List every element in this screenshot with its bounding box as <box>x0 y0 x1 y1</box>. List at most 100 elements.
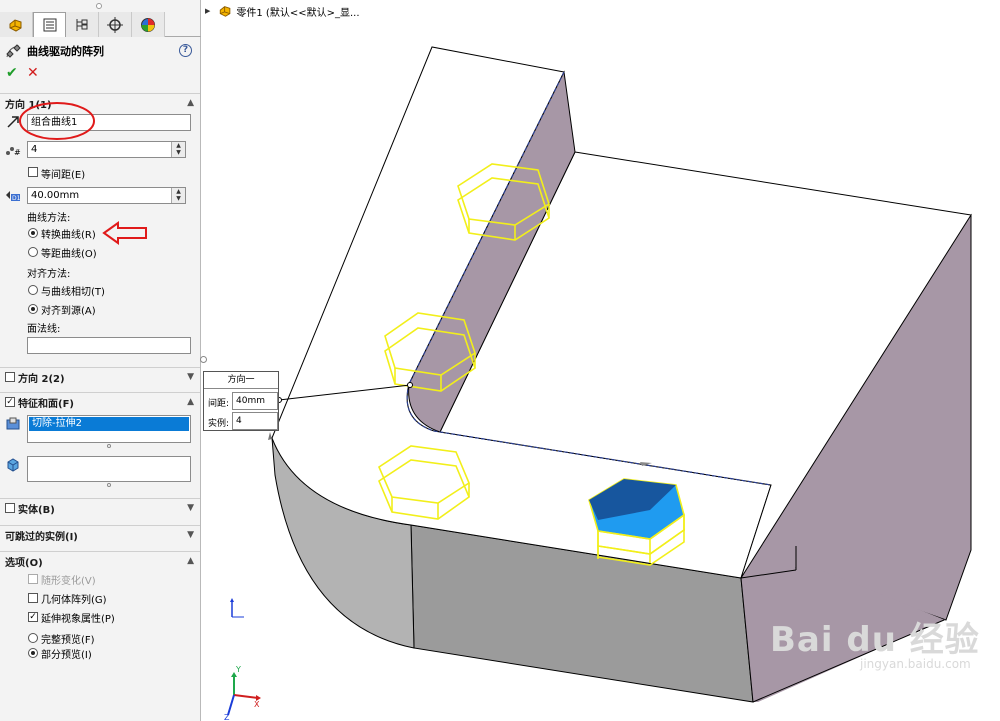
spin-arrows-icon[interactable]: ▲ ▼ <box>171 188 185 203</box>
offset-curve-label: 等距曲线(O) <box>41 249 97 260</box>
display-pie-icon <box>141 17 155 32</box>
features-header[interactable]: ✓ 特征和面(F) ▲ <box>0 392 200 411</box>
crosshair-icon <box>107 16 123 33</box>
svg-text:X: X <box>254 700 260 709</box>
spacing-dim-icon: D1 <box>5 187 21 203</box>
bodies-header[interactable]: 实体(B) ▼ <box>0 498 200 517</box>
geometry-pattern-checkbox[interactable] <box>28 593 38 603</box>
vary-sketch-checkbox <box>28 574 38 584</box>
tab-display-manager[interactable] <box>132 12 165 37</box>
callout-instances-value[interactable]: 4 <box>232 412 278 430</box>
skip-instances-header[interactable]: 可跳过的实例(I) ▼ <box>0 525 200 544</box>
features-checkbox[interactable]: ✓ <box>5 397 15 407</box>
options-header[interactable]: 选项(O) ▲ <box>0 551 200 570</box>
features-list[interactable]: 切除-拉伸2 <box>27 415 191 443</box>
manager-tabs <box>0 12 201 37</box>
tab-feature-manager[interactable] <box>0 12 33 37</box>
partial-preview-radio[interactable] <box>28 648 38 658</box>
part-icon <box>9 18 22 32</box>
svg-text:Z: Z <box>224 713 230 721</box>
direction1-header[interactable]: 方向 1(1) ▲ <box>0 93 200 112</box>
chevron-up-icon[interactable]: ▲ <box>187 98 194 108</box>
view-triad-small <box>230 598 244 618</box>
instances-value: 4 <box>31 144 38 155</box>
chevron-up-icon[interactable]: ▲ <box>187 397 194 407</box>
svg-text:#: # <box>14 148 21 156</box>
direction2-header[interactable]: 方向 2(2) ▼ <box>0 367 200 386</box>
vary-sketch-label: 随形变化(V) <box>41 576 96 587</box>
tab-property-manager[interactable] <box>33 12 66 37</box>
face-normal-field[interactable] <box>27 337 191 354</box>
svg-text:Y: Y <box>235 665 241 674</box>
tangent-to-curve-radio[interactable] <box>28 285 38 295</box>
transform-curve-label: 转换曲线(R) <box>41 230 96 241</box>
direction-arrow-marker[interactable] <box>268 432 272 440</box>
options-label: 选项(O) <box>5 557 43 569</box>
features-list-item[interactable]: 切除-拉伸2 <box>29 417 189 431</box>
full-preview-label: 完整预览(F) <box>41 635 95 646</box>
feature-select-icon <box>5 416 21 432</box>
ok-button[interactable]: ✔ <box>6 65 18 81</box>
property-list-icon <box>43 18 56 32</box>
list-resize-grip[interactable] <box>107 483 111 487</box>
callout-spacing-value[interactable]: 40mm <box>232 392 278 410</box>
direction1-label: 方向 1(1) <box>5 99 52 111</box>
confirm-row: ✔ ✕ <box>0 65 200 81</box>
configuration-icon <box>76 18 88 31</box>
faces-list[interactable] <box>27 456 191 482</box>
equal-spacing-label: 等间距(E) <box>41 170 86 181</box>
spacing-value: 40.00mm <box>31 190 80 201</box>
leader-handle[interactable] <box>407 382 413 388</box>
baidu-watermark: Bai du 经验 jingyan.baidu.com <box>770 612 980 671</box>
tab-configuration-manager[interactable] <box>66 12 99 37</box>
callout-title: 方向一 <box>204 372 278 389</box>
transform-curve-radio[interactable] <box>28 228 38 238</box>
spin-arrows-icon[interactable]: ▲ ▼ <box>171 142 185 157</box>
watermark-brand: Bai du 经验 <box>770 620 980 660</box>
features-label: 特征和面(F) <box>18 398 74 410</box>
skip-instances-label: 可跳过的实例(I) <box>5 531 78 543</box>
geometry-pattern-label: 几何体阵列(G) <box>41 595 107 606</box>
propagate-visual-label: 延伸视象属性(P) <box>41 614 115 625</box>
callout-spacing-label: 间距: <box>208 399 230 409</box>
align-method-heading: 对齐方法: <box>27 269 71 280</box>
curve-pattern-icon <box>6 44 21 58</box>
direction-curve-field[interactable]: 组合曲线1 <box>27 114 191 131</box>
face-select-icon <box>5 457 21 473</box>
watermark-url: jingyan.baidu.com <box>860 657 971 671</box>
tangent-to-curve-label: 与曲线相切(T) <box>41 287 105 298</box>
list-resize-grip[interactable] <box>107 444 111 448</box>
spacing-stepper[interactable]: 40.00mm ▲ ▼ <box>27 187 186 204</box>
cancel-button[interactable]: ✕ <box>27 65 39 81</box>
align-to-source-radio[interactable] <box>28 304 38 314</box>
tab-dimxpert-manager[interactable] <box>99 12 132 37</box>
curve-method-heading: 曲线方法: <box>27 213 71 224</box>
instances-stepper[interactable]: 4 ▲ ▼ <box>27 141 186 158</box>
partial-preview-label: 部分预览(I) <box>41 650 92 661</box>
bodies-checkbox[interactable] <box>5 503 15 513</box>
pattern-callout[interactable]: 方向一 间距: 40mm 实例: 4 <box>203 371 279 431</box>
panel-grip[interactable] <box>96 3 102 9</box>
svg-text:D1: D1 <box>12 195 21 202</box>
chevron-down-icon[interactable]: ▼ <box>187 503 194 513</box>
feature-title-row: 曲线驱动的阵列 ? <box>0 42 200 60</box>
help-icon[interactable]: ? <box>179 44 192 57</box>
face-normal-heading: 面法线: <box>27 324 61 335</box>
chevron-down-icon[interactable]: ▼ <box>187 372 194 382</box>
align-to-source-label: 对齐到源(A) <box>41 306 96 317</box>
chevron-up-icon[interactable]: ▲ <box>187 556 194 566</box>
callout-instances-label: 实例: <box>208 419 230 429</box>
chevron-down-icon[interactable]: ▼ <box>187 530 194 540</box>
propagate-visual-checkbox[interactable]: ✓ <box>28 612 38 622</box>
offset-curve-radio[interactable] <box>28 247 38 257</box>
view-triad: Y X Z <box>224 665 261 721</box>
instance-count-icon: # <box>5 141 21 157</box>
full-preview-radio[interactable] <box>28 633 38 643</box>
direction2-checkbox[interactable] <box>5 372 15 382</box>
property-manager-panel: 曲线驱动的阵列 ? ✔ ✕ 方向 1(1) ▲ 组合曲线1 # 4 ▲ ▼ 等间距… <box>0 0 201 721</box>
direction2-label: 方向 2(2) <box>18 373 65 385</box>
page-title: 曲线驱动的阵列 <box>27 45 104 58</box>
bodies-label: 实体(B) <box>18 504 55 516</box>
equal-spacing-checkbox[interactable] <box>28 167 38 177</box>
direction-arrow-icon[interactable] <box>5 114 21 130</box>
